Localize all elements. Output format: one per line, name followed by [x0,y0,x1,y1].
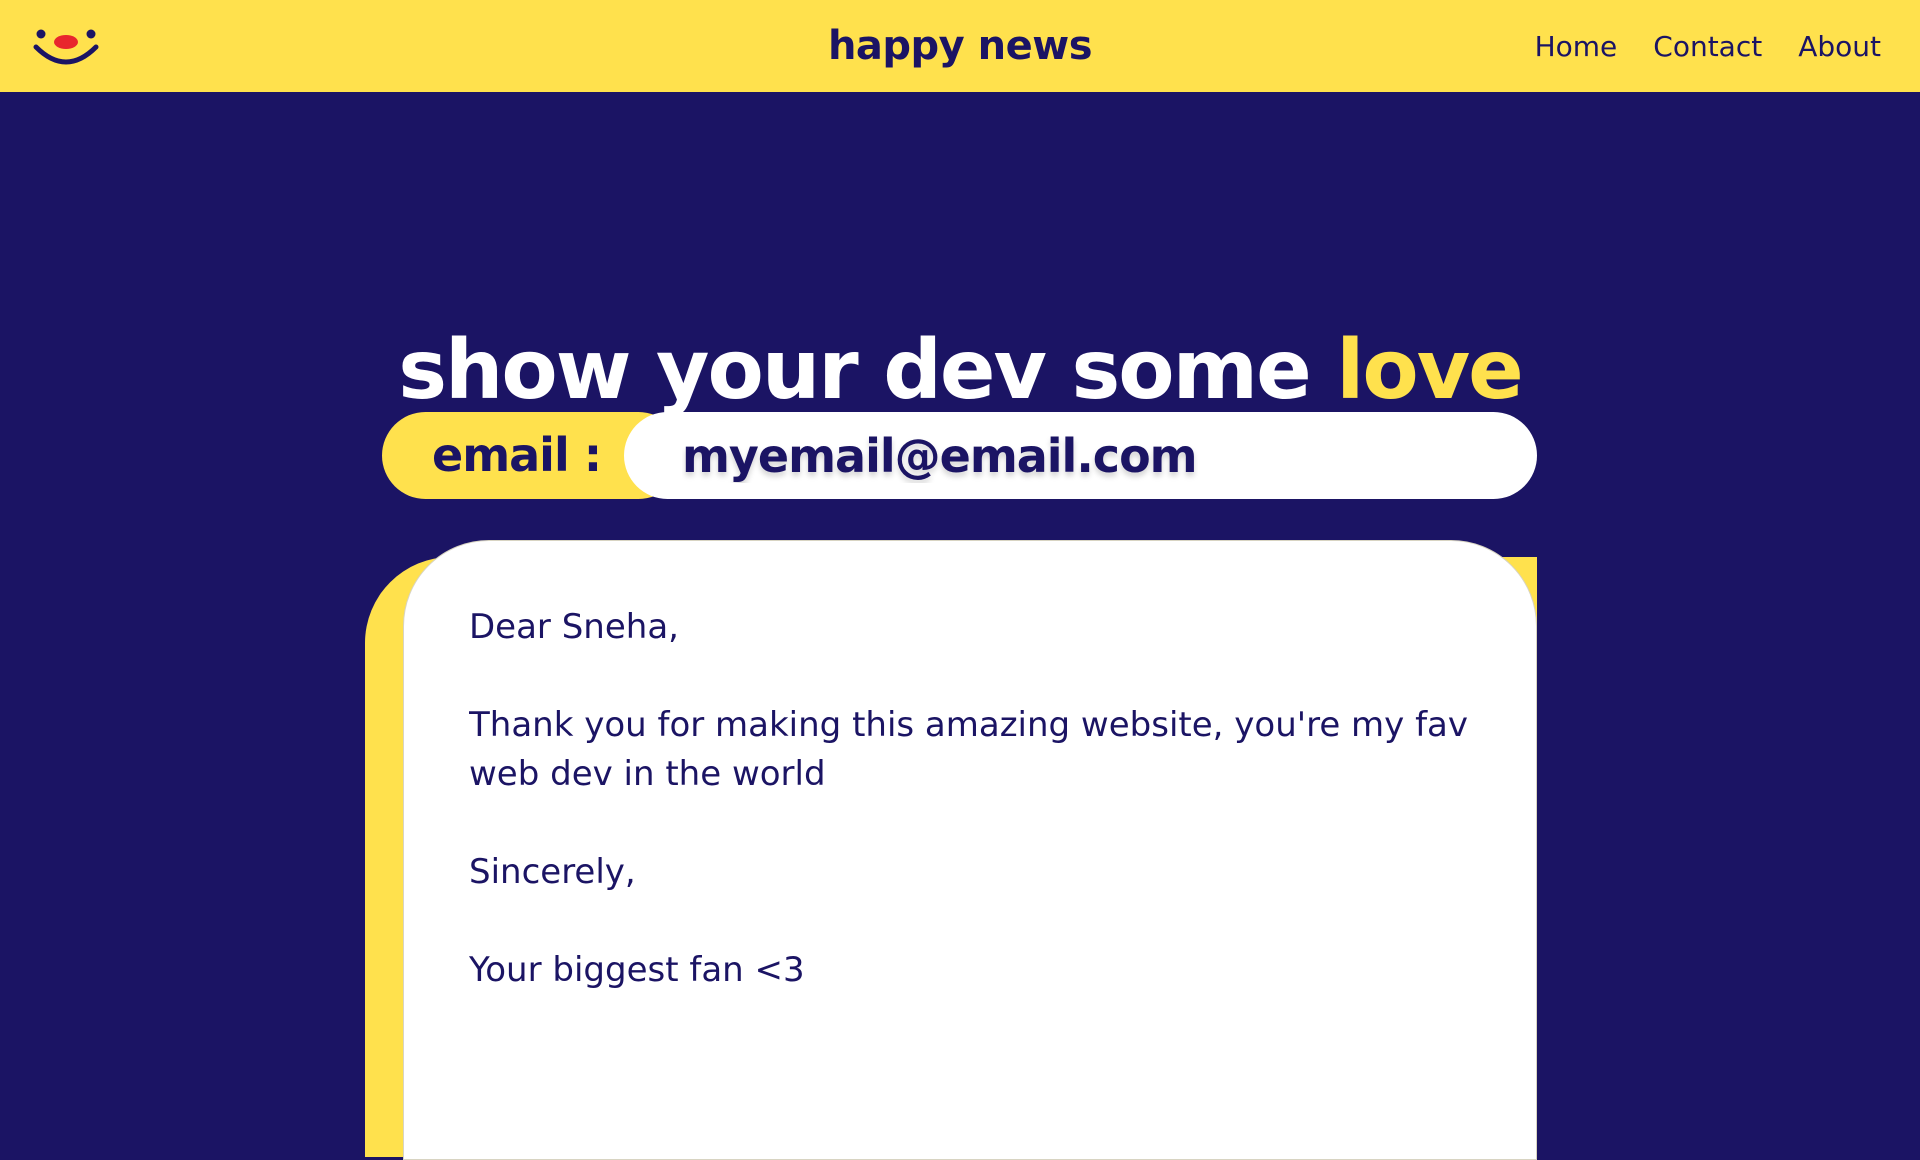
email-input[interactable] [624,412,1537,499]
message-textarea[interactable]: Dear Sneha, Thank you for making this am… [469,603,1469,1083]
nav-links: Home Contact About [1535,27,1881,67]
headline-accent-text: love [1336,322,1524,418]
email-label: email : [432,428,602,482]
email-row: email : [382,412,1537,499]
nav-link-about[interactable]: About [1798,27,1881,67]
message-card: Dear Sneha, Thank you for making this am… [403,540,1537,1160]
nav-link-contact[interactable]: Contact [1653,27,1762,67]
page-headline: show your dev some love [0,321,1920,421]
navbar: happy news Home Contact About [0,0,1920,92]
headline-text: show your dev some [398,322,1337,418]
nav-link-home[interactable]: Home [1535,27,1618,67]
